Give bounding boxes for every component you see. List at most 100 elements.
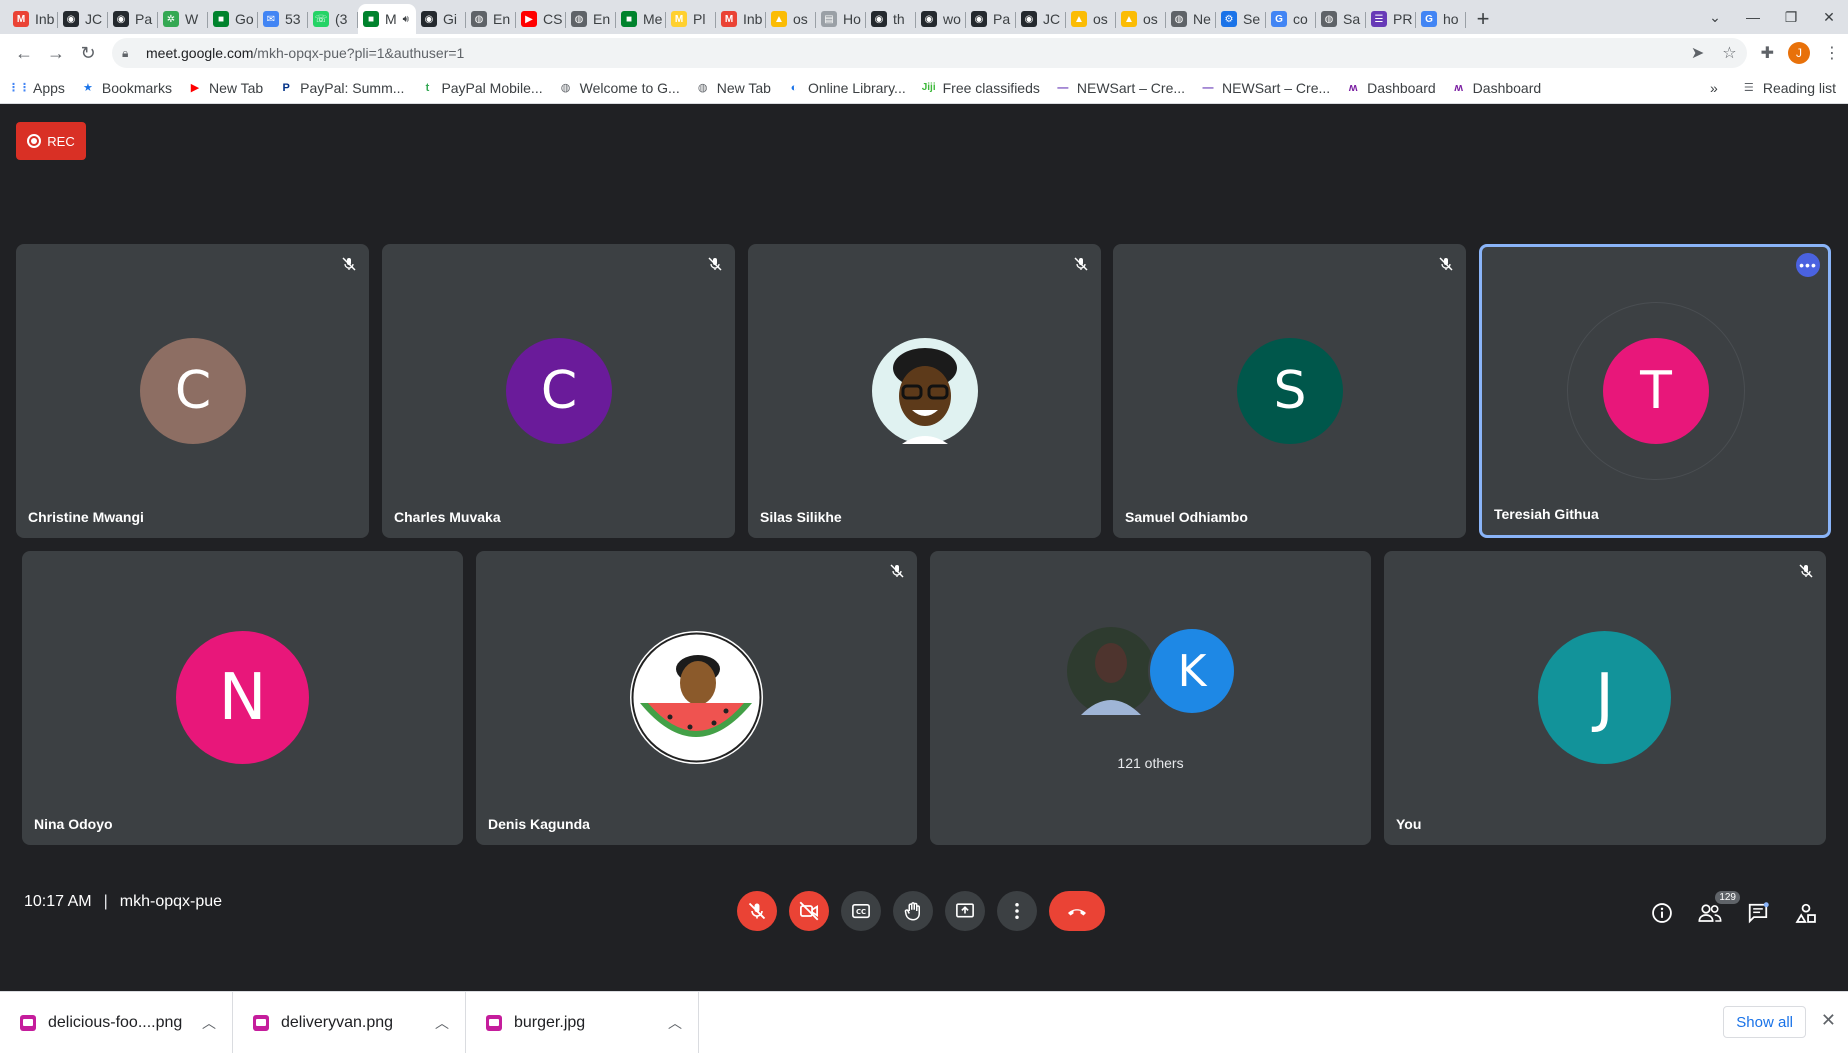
- download-item[interactable]: burger.jpg ︿: [466, 992, 699, 1053]
- meeting-details-icon[interactable]: [1650, 901, 1674, 925]
- activities-icon[interactable]: [1794, 901, 1818, 925]
- tab-search-icon[interactable]: ⌄: [1696, 9, 1734, 26]
- download-item[interactable]: delicious-foo....png ︿: [0, 992, 233, 1053]
- profile-avatar[interactable]: J: [1788, 42, 1810, 64]
- participant-tile[interactable]: N Nina Odoyo: [22, 551, 463, 845]
- bookmark-item[interactable]: P PayPal: Summ...: [279, 80, 405, 96]
- globe-icon: ◍: [571, 11, 587, 27]
- download-item[interactable]: deliveryvan.png ︿: [233, 992, 466, 1053]
- reload-icon[interactable]: ↻: [72, 37, 104, 69]
- browser-tab[interactable]: M Pl: [666, 4, 716, 34]
- address-bar[interactable]: 🔒︎ meet.google.com /mkh-opqx-pue?pli=1&a…: [112, 38, 1747, 68]
- bookmark-item[interactable]: ◍ New Tab: [696, 80, 771, 96]
- bookmark-item[interactable]: — NEWSart – Cre...: [1201, 80, 1331, 96]
- meeting-info: 10:17 AM | mkh-opqx-pue: [24, 893, 222, 911]
- minimize-icon[interactable]: —: [1734, 9, 1772, 25]
- mic-off-icon: [342, 257, 356, 271]
- browser-tab[interactable]: ■ Go: [208, 4, 258, 34]
- participant-tile[interactable]: C Charles Muvaka: [382, 244, 735, 538]
- browser-tab[interactable]: ◍ En: [466, 4, 516, 34]
- bookmark-item[interactable]: ʍ Dashboard: [1452, 80, 1541, 96]
- raise-hand-button[interactable]: [893, 891, 933, 931]
- bookmark-item[interactable]: ⋮⋮ Apps: [8, 80, 65, 96]
- bookmarks-overflow-icon[interactable]: »: [1710, 80, 1718, 96]
- extensions-icon[interactable]: ✚: [1761, 43, 1774, 63]
- record-icon: [27, 134, 42, 148]
- browser-tab[interactable]: ☏ (3: [308, 4, 358, 34]
- browser-tab[interactable]: ■ Me: [616, 4, 666, 34]
- bookmark-item[interactable]: ▶ New Tab: [188, 80, 263, 96]
- bookmark-item[interactable]: Jiji Free classifieds: [922, 80, 1040, 96]
- lock-icon[interactable]: 🔒︎: [122, 46, 138, 61]
- bookmark-item[interactable]: ◐ Online Library...: [787, 80, 906, 96]
- send-to-device-icon[interactable]: ➤: [1691, 43, 1704, 63]
- browser-tab[interactable]: ◍ En: [566, 4, 616, 34]
- google-icon: G: [1271, 11, 1287, 27]
- browser-tab[interactable]: ◉ Pa: [966, 4, 1016, 34]
- tab-label: wo: [943, 11, 961, 27]
- chevron-up-icon[interactable]: ︿: [202, 1013, 216, 1033]
- present-screen-button[interactable]: [945, 891, 985, 931]
- participant-tile[interactable]: Silas Silikhe: [748, 244, 1101, 538]
- browser-tab[interactable]: ▤ Ho: [816, 4, 866, 34]
- browser-tab[interactable]: ✲ W: [158, 4, 208, 34]
- browser-tab[interactable]: Gco: [1266, 4, 1316, 34]
- browser-tab[interactable]: ▶ CS: [516, 4, 566, 34]
- audio-playing-icon[interactable]: 🔊︎: [403, 14, 409, 25]
- browser-tab[interactable]: ◍ Ne: [1166, 4, 1216, 34]
- tile-more-options-icon[interactable]: •••: [1796, 253, 1820, 277]
- bookmark-item[interactable]: — NEWSart – Cre...: [1056, 80, 1185, 96]
- browser-tab[interactable]: ▲ os: [1116, 4, 1166, 34]
- globe-icon: ◍: [1321, 11, 1337, 27]
- forward-icon[interactable]: →: [40, 37, 72, 69]
- bookmark-item[interactable]: t PayPal Mobile...: [420, 80, 543, 96]
- chat-icon[interactable]: [1746, 901, 1770, 925]
- browser-tab[interactable]: ◉ JC: [58, 4, 108, 34]
- browser-tab[interactable]: ⚙ Se: [1216, 4, 1266, 34]
- others-tile[interactable]: K 121 others: [930, 551, 1371, 845]
- browser-tab[interactable]: ▲ os: [1066, 4, 1116, 34]
- leave-call-button[interactable]: [1049, 891, 1105, 931]
- show-all-downloads-button[interactable]: Show all: [1723, 1006, 1806, 1038]
- browser-tab[interactable]: ◉ Pa: [108, 4, 158, 34]
- meeting-time: 10:17 AM: [24, 893, 92, 910]
- chevron-up-icon[interactable]: ︿: [668, 1013, 682, 1033]
- bank-icon: ▤: [821, 11, 837, 27]
- reading-list[interactable]: ☰ Reading list: [1742, 80, 1836, 96]
- bookmark-item[interactable]: ◍ Welcome to G...: [559, 80, 680, 96]
- browser-tab[interactable]: M Inb: [716, 4, 766, 34]
- browser-tab[interactable]: ◍ Sa: [1316, 4, 1366, 34]
- self-tile[interactable]: J You: [1384, 551, 1826, 845]
- chevron-up-icon[interactable]: ︿: [435, 1013, 449, 1033]
- new-tab-button[interactable]: +: [1466, 4, 1500, 34]
- browser-tab[interactable]: ◉ Gi: [416, 4, 466, 34]
- recording-indicator[interactable]: REC: [16, 122, 86, 160]
- browser-tab[interactable]: M Inb: [8, 4, 58, 34]
- tab-active[interactable]: ■M🔊︎✕: [358, 4, 416, 34]
- browser-tab[interactable]: ✉ 53: [258, 4, 308, 34]
- browser-tab[interactable]: ◉ th: [866, 4, 916, 34]
- browser-tab[interactable]: Gho: [1416, 4, 1466, 34]
- menu-kebab-icon[interactable]: ⋮: [1824, 43, 1840, 63]
- more-options-button[interactable]: [997, 891, 1037, 931]
- newsart-icon: —: [1057, 81, 1069, 94]
- bookmark-item[interactable]: ★ Bookmarks: [81, 80, 172, 96]
- participant-tile[interactable]: S Samuel Odhiambo: [1113, 244, 1466, 538]
- participant-tile[interactable]: C Christine Mwangi: [16, 244, 369, 538]
- browser-tab[interactable]: ◉ JC: [1016, 4, 1066, 34]
- back-icon[interactable]: ←: [8, 37, 40, 69]
- toggle-camera-button[interactable]: [789, 891, 829, 931]
- participant-tile-active-speaker[interactable]: T ••• Teresiah Githua: [1479, 244, 1831, 538]
- captions-button[interactable]: CC: [841, 891, 881, 931]
- browser-tab[interactable]: ▲ os: [766, 4, 816, 34]
- close-downloads-icon[interactable]: ✕: [1821, 1010, 1836, 1031]
- browser-tab[interactable]: ☰ PR: [1366, 4, 1416, 34]
- toggle-mic-button[interactable]: [737, 891, 777, 931]
- bookmark-star-icon[interactable]: ☆: [1722, 43, 1736, 63]
- participant-tile[interactable]: Denis Kagunda: [476, 551, 917, 845]
- restore-icon[interactable]: ❐: [1772, 9, 1810, 26]
- bookmark-item[interactable]: ʍ Dashboard: [1346, 80, 1436, 96]
- browser-tab[interactable]: ◉ wo: [916, 4, 966, 34]
- close-window-icon[interactable]: ✕: [1810, 9, 1848, 26]
- people-icon[interactable]: 129: [1698, 891, 1740, 925]
